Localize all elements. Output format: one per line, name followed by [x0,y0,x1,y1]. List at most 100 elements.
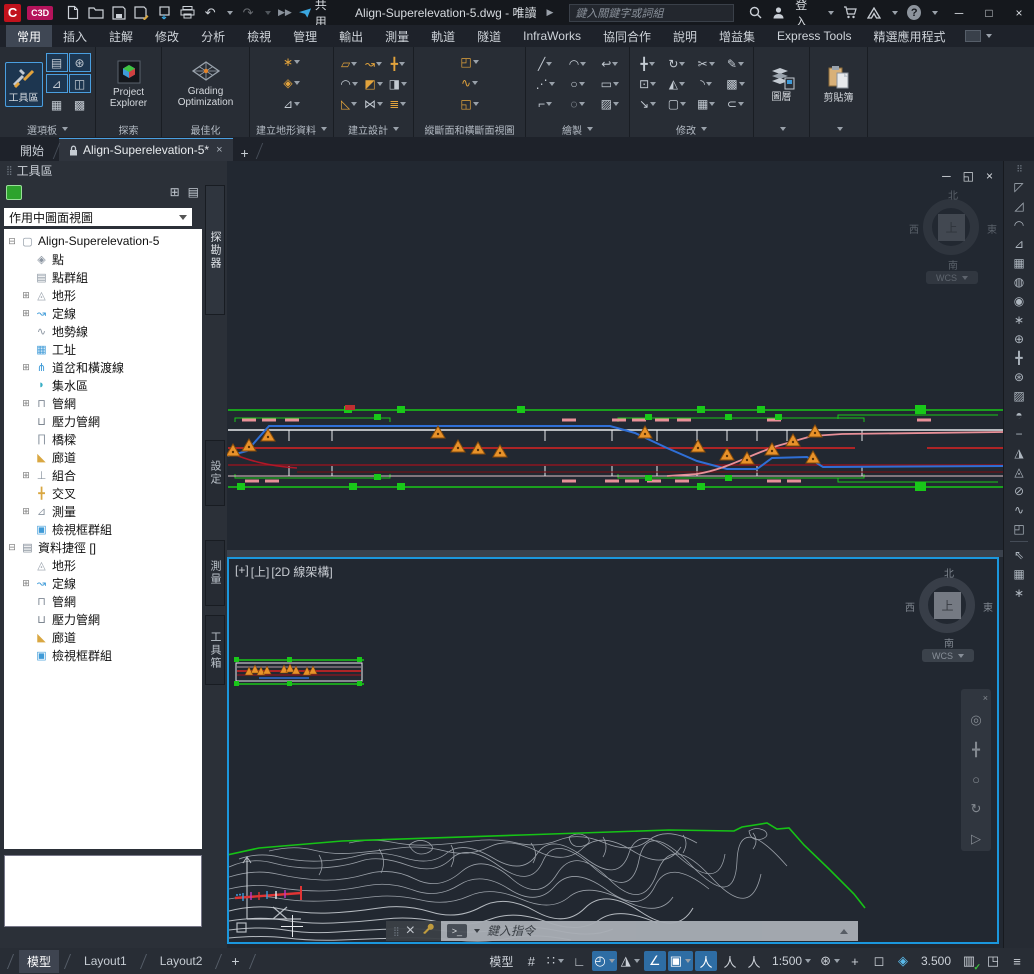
profile-view-icon[interactable]: ◱ [460,95,480,114]
view-selector-dropdown[interactable]: 作用中圖面視圖 [4,208,192,226]
undo-dropdown[interactable] [227,11,233,15]
save-as-icon[interactable] [134,5,150,21]
ribbon-tab[interactable]: 協同合作 [592,25,662,47]
tree-item[interactable]: ⊞ ↝ 定線 [4,304,202,322]
draw-icon[interactable]: ↩ [595,54,625,73]
ground-data-icon[interactable]: ◈ [282,74,302,93]
draw-icon[interactable]: ⋰ [530,74,560,93]
modify-icon[interactable]: ◭ [663,74,690,93]
app-maximize-button[interactable]: □ [974,0,1004,25]
redo-dropdown[interactable] [265,11,271,15]
zoom-to-point-icon[interactable]: ⊛ [1008,367,1030,386]
viewport-top[interactable]: ─◱× 北 西 東 南 上 WCS [227,161,1003,550]
tab-toolbox[interactable]: 工具箱 [205,615,225,685]
draw-icon[interactable]: ◌ [562,94,592,113]
ribbon-tab[interactable]: 修改 [144,25,190,47]
workspace-switching-icon[interactable]: ⊛ [818,951,842,971]
ribbon-tab[interactable]: 常用 [6,25,52,47]
panel-label[interactable] [754,121,809,137]
grid-display-icon[interactable]: # [520,951,542,971]
isolate-objects-icon[interactable]: ◻ [868,951,890,971]
panel-label[interactable]: 選項板 [0,121,95,137]
draw-icon[interactable]: ▭ [595,74,625,93]
print-icon[interactable] [180,5,196,21]
command-expand-icon[interactable] [840,929,848,934]
match-table-icon[interactable]: ▦ [1008,564,1030,583]
surface-elevation-icon[interactable]: ◈ [892,951,914,971]
orbit-icon[interactable]: ↻ [971,801,982,817]
select-within-icon[interactable]: ⇖ [1008,545,1030,564]
angle-information-icon[interactable]: ◸ [1008,177,1030,196]
drawing-close-button[interactable]: × [986,169,993,183]
open-file-icon[interactable] [88,5,104,21]
redo-icon[interactable]: ↷ [240,5,256,21]
modify-icon[interactable]: ▩ [722,74,749,93]
panel-label[interactable]: 建立地形資料 [250,121,333,137]
active-drawing-icon[interactable] [6,185,22,200]
tree-root-shortcuts[interactable]: ⊟ ▤ 資料捷徑 [] [4,538,202,556]
tree-item[interactable]: ⊓ 管網 [4,592,202,610]
modify-icon[interactable]: ⊡ [634,74,661,93]
separator-dash-icon[interactable]: − [1008,424,1030,443]
customization-icon[interactable]: ≡ [1006,951,1028,971]
viewcube[interactable]: 北 西 東 南 上 WCS [916,187,990,283]
modify-icon[interactable]: ▦ [693,94,720,113]
draw-icon[interactable]: ▨ [595,94,625,113]
panel-label[interactable]: 縱斷面和橫斷面視圖 [414,121,525,137]
point-filter-icon[interactable]: ▨ [1008,386,1030,405]
modify-icon[interactable]: ↘ [634,94,661,113]
palette-grip[interactable]: ⣿ [6,165,12,176]
profile-station-icon[interactable]: ◓ [1008,405,1030,424]
tree-item[interactable]: ◣ 廊道 [4,448,202,466]
wcs-menu[interactable]: WCS [926,271,978,284]
command-input[interactable] [485,923,835,939]
match-point-icon[interactable]: ∗ [1008,583,1030,602]
grid-northing-icon[interactable]: ◉ [1008,291,1030,310]
modify-icon[interactable]: ⊂ [722,94,749,113]
draw-icon[interactable]: ⌐ [530,94,560,113]
draw-icon[interactable]: ○ [562,74,592,93]
ribbon-tab[interactable]: 精選應用程式 [863,25,957,47]
start-tab[interactable]: 開始 [10,139,54,161]
viewcube[interactable]: 北 西 東 南 上 WCS [912,565,986,661]
ribbon-tab[interactable]: 管理 [282,25,328,47]
snap-mode-icon[interactable]: ∷ [544,951,566,971]
drawing-minimize-button[interactable]: ─ [942,169,951,183]
panel-label[interactable] [810,121,867,137]
item-view-toggle-icon[interactable]: ⊞ [170,185,180,199]
create-design-icon[interactable]: ╋ [387,54,409,73]
ribbon-tab[interactable]: 檢視 [236,25,282,47]
panel-label[interactable]: 繪製 [526,121,629,137]
layout-tab[interactable]: Layout1 [76,951,135,971]
signin-dropdown[interactable] [828,11,834,15]
new-layout-button[interactable]: + [227,953,243,969]
surface-elevation-transparent-icon[interactable]: ◬ [1008,462,1030,481]
app-menu-button[interactable]: C [4,4,21,22]
new-drawing-button[interactable]: + [233,145,257,161]
isometric-drafting-icon[interactable]: ◮ [619,951,642,971]
clean-screen-icon[interactable]: ◳ [982,951,1004,971]
save-icon[interactable] [111,5,127,21]
draw-icon[interactable]: ◠ [562,54,592,73]
panel-label[interactable]: 建立設計 [334,121,413,137]
help-icon[interactable]: ? [907,5,921,20]
search-input[interactable]: 鍵入關鍵字或詞組 [569,4,734,22]
azimuth-icon[interactable]: ◿ [1008,196,1030,215]
model-paper-toggle[interactable]: 模型 [484,951,518,971]
recent-commands-dropdown[interactable] [474,929,480,933]
close-drawing-icon[interactable]: × [216,144,222,156]
modify-icon[interactable]: ✂ [693,54,720,73]
modify-icon[interactable]: ▢ [663,94,690,113]
tree-root-drawing[interactable]: ⊟ ▢ Align-Superelevation-5 [4,232,202,250]
help-dropdown[interactable] [932,11,938,15]
recent-commands-icon[interactable]: >_ [447,924,467,938]
profile-elevation-icon[interactable]: ◮ [1008,443,1030,462]
panel-label[interactable]: 探索 [96,121,161,137]
create-design-icon[interactable]: ≣ [387,94,409,113]
palette-icon[interactable]: ⊛ [69,53,91,72]
palette-icon[interactable]: ◫ [69,74,91,93]
autodesk-logo-icon[interactable] [867,5,882,21]
tree-item[interactable]: ╋ 交叉 [4,484,202,502]
palette-icon[interactable]: ▤ [46,53,68,72]
navbar-close-icon[interactable]: × [983,693,988,703]
